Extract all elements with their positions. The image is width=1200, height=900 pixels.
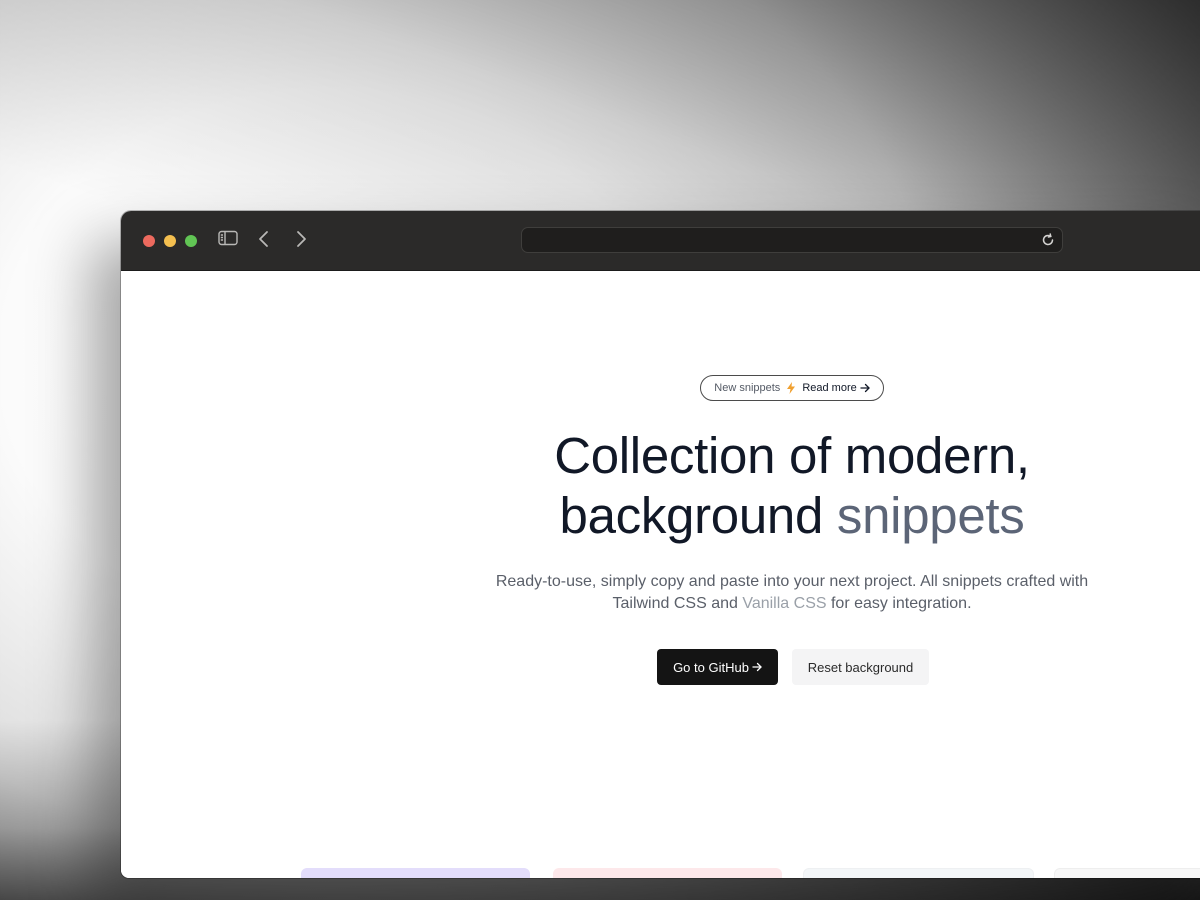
browser-window: New snippets Read more Collection of mod… [121, 211, 1200, 878]
background-preview-card[interactable] [553, 868, 782, 878]
title-line-1: Collection of modern, [554, 427, 1030, 484]
background-preview-card[interactable] [1054, 868, 1200, 878]
arrow-right-icon [752, 662, 762, 672]
title-line-2: background [559, 487, 824, 544]
reset-background-button[interactable]: Reset background [792, 649, 929, 685]
minimize-window-button[interactable] [164, 235, 176, 247]
sidebar-toggle-icon[interactable] [218, 230, 238, 251]
badge-text: New snippets [714, 382, 781, 394]
chevron-right-icon[interactable] [294, 230, 308, 253]
maximize-window-button[interactable] [185, 235, 197, 247]
github-button[interactable]: Go to GitHub [657, 649, 778, 685]
subtitle-highlight: Vanilla CSS [742, 595, 827, 612]
github-button-label: Go to GitHub [673, 659, 749, 675]
browser-toolbar [121, 211, 1200, 271]
close-window-button[interactable] [143, 235, 155, 247]
arrow-right-icon [860, 383, 870, 393]
page-title: Collection of modern, background snippet… [462, 426, 1122, 546]
chevron-left-icon[interactable] [257, 230, 271, 253]
page-subtitle: Ready-to-use, simply copy and paste into… [492, 571, 1092, 615]
page-content: New snippets Read more Collection of mod… [121, 271, 1200, 878]
address-bar[interactable] [521, 227, 1063, 253]
read-more-link[interactable]: Read more [802, 382, 856, 394]
background-preview-card[interactable] [301, 868, 530, 878]
reset-button-label: Reset background [807, 659, 914, 675]
subtitle-part-2: for easy integration. [830, 595, 972, 612]
lightning-bolt-icon [787, 382, 796, 394]
title-accent: snippets [836, 487, 1025, 544]
background-preview-card[interactable] [803, 868, 1034, 878]
announcement-badge[interactable]: New snippets Read more [700, 375, 884, 401]
reload-icon[interactable] [1041, 233, 1055, 252]
